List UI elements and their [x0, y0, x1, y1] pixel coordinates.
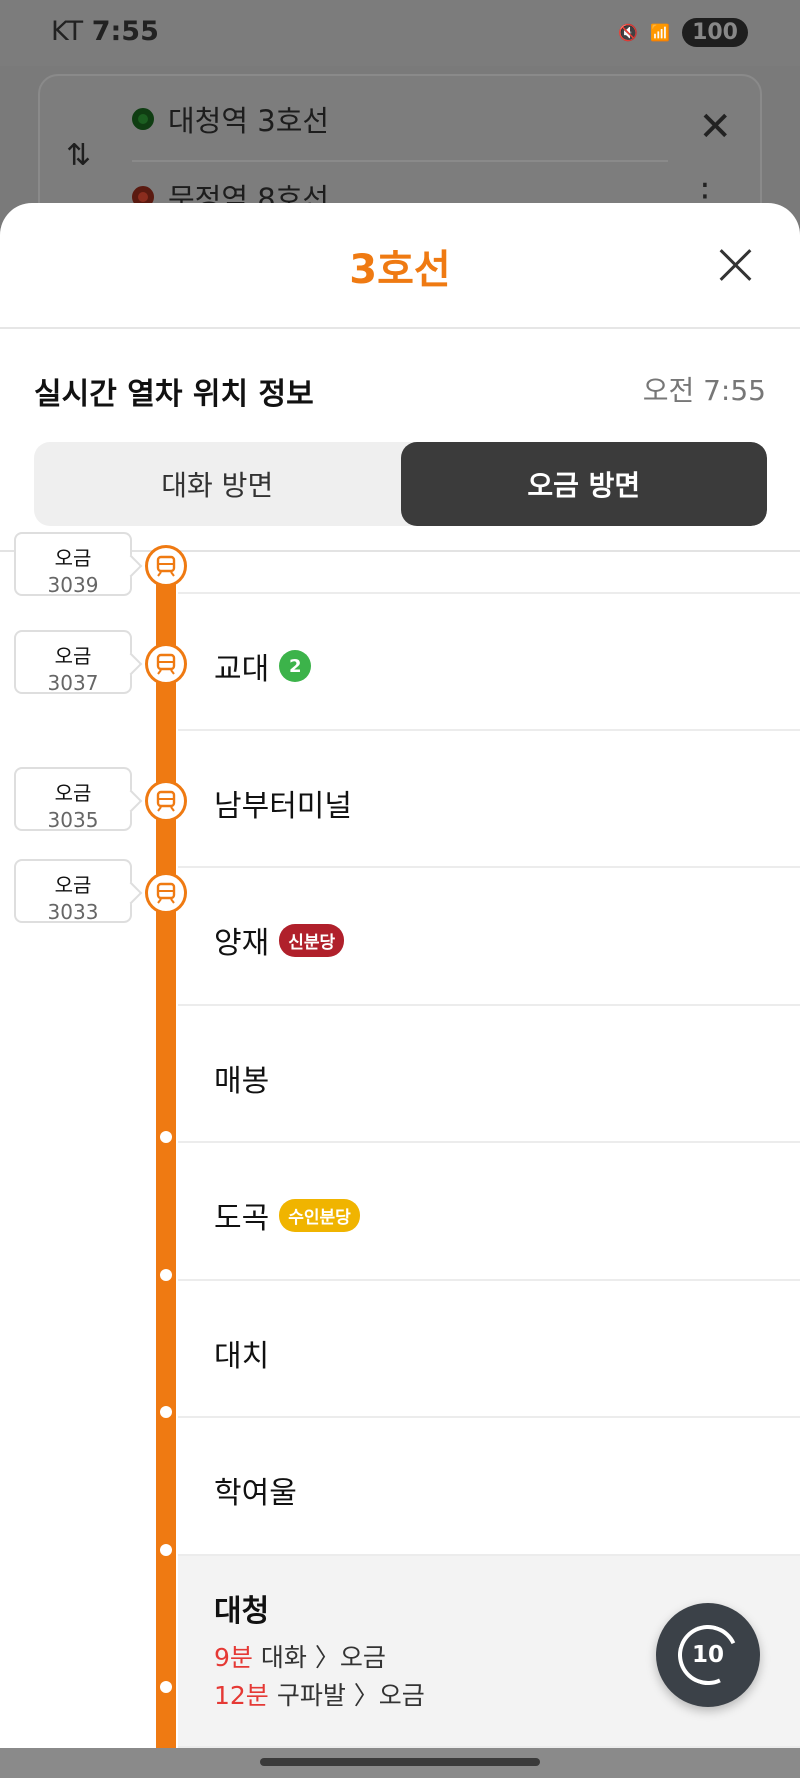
mute-icon: 🔇	[618, 23, 639, 42]
train-direction: 오금	[54, 873, 92, 897]
station-name-wrap: 교대 2	[214, 644, 312, 688]
refresh-button[interactable]: 10	[656, 1603, 760, 1707]
tab-ogeum-direction[interactable]: 오금 방면	[400, 442, 767, 526]
train-icon	[156, 790, 176, 812]
origin-dot-icon	[132, 108, 154, 130]
tab-daehwa-direction[interactable]: 대화 방면	[34, 442, 401, 526]
station-name-wrap: 학여울	[214, 1468, 297, 1512]
swap-icon: ⇅	[66, 138, 92, 173]
station-name-wrap: 양재 신분당	[214, 918, 345, 962]
station-row[interactable]: 양재 신분당	[178, 868, 800, 1006]
train-direction: 오금	[54, 644, 92, 668]
station-name-wrap: 매봉	[214, 1056, 269, 1100]
route-divider	[132, 160, 668, 162]
arrival-route: 대화 〉오금	[260, 1643, 386, 1672]
home-gesture-handle[interactable]	[260, 1758, 540, 1766]
station-dot	[160, 1681, 172, 1693]
arrival-info: 12분 구파발 〉오금	[214, 1676, 425, 1712]
station-row[interactable]: 교대 2	[178, 594, 800, 731]
transfer-badge: 신분당	[279, 923, 345, 957]
arrival-route: 구파발 〉오금	[276, 1681, 425, 1710]
origin-station: 대청역 3호선	[168, 104, 330, 138]
close-button[interactable]	[718, 247, 754, 283]
line-info-sheet: 3호선 실시간 열차 위치 정보 오전 7:55 대화 방면 오금 방면 교대 …	[0, 203, 800, 1748]
update-time: 오전 7:55	[642, 374, 766, 407]
carrier-time: KT 7:55	[51, 16, 159, 47]
train-marker[interactable]	[145, 643, 187, 685]
station-row[interactable]: 학여울	[178, 1418, 800, 1556]
direction-toggle: 대화 방면 오금 방면	[34, 442, 767, 526]
station-row[interactable]: 대치	[178, 1281, 800, 1418]
wifi-icon: 📶	[650, 23, 671, 42]
station-name: 남부터미널	[214, 789, 352, 824]
station-row[interactable]: 남부터미널	[178, 731, 800, 868]
train-tag[interactable]: 오금 3035	[14, 767, 132, 832]
train-number: 3039	[47, 573, 99, 597]
train-direction: 오금	[54, 781, 92, 805]
train-marker[interactable]	[145, 872, 187, 914]
train-number: 3037	[47, 671, 99, 695]
train-icon	[156, 555, 176, 577]
station-name: 매봉	[214, 1064, 270, 1099]
station-name: 대청	[214, 1594, 270, 1629]
line-track	[156, 552, 176, 1748]
station-name-wrap: 남부터미널	[214, 781, 352, 825]
transfer-badge: 2	[279, 650, 312, 682]
transfer-badge: 수인분당	[279, 1198, 360, 1232]
station-name: 양재	[214, 926, 270, 961]
station-name: 대치	[214, 1339, 270, 1374]
realtime-info-row: 실시간 열차 위치 정보 오전 7:55	[0, 329, 800, 412]
battery-indicator: 100	[682, 18, 748, 47]
station-name: 교대	[214, 652, 270, 687]
realtime-title: 실시간 열차 위치 정보	[34, 377, 314, 412]
status-icons: 🔇 📶 100	[618, 18, 748, 47]
train-tag[interactable]: 오금 3039	[14, 532, 132, 597]
station-name: 도곡	[214, 1201, 270, 1236]
origin-row: 대청역 3호선	[132, 98, 329, 140]
navigation-bar	[0, 1748, 800, 1778]
train-marker[interactable]	[145, 780, 187, 822]
arrival-minutes: 12분	[214, 1681, 269, 1710]
train-tag[interactable]: 오금 3033	[14, 859, 132, 924]
train-icon	[156, 882, 176, 904]
arrival-minutes: 9분	[214, 1643, 253, 1672]
train-number: 3033	[47, 900, 99, 924]
station-name-wrap: 대청	[214, 1586, 269, 1630]
sheet-header: 3호선	[0, 203, 800, 329]
station-row-partial	[178, 552, 800, 594]
train-icon	[156, 653, 176, 675]
close-icon: ✕	[698, 104, 732, 150]
station-name-wrap: 대치	[214, 1331, 269, 1375]
background-route-panel: ⇅ 대청역 3호선 문정역 8호선 ✕ ⋮	[0, 66, 800, 254]
train-direction: 오금	[54, 546, 92, 570]
station-name-wrap: 도곡 수인분당	[214, 1193, 360, 1237]
station-row[interactable]: 매봉	[178, 1006, 800, 1143]
train-tag[interactable]: 오금 3037	[14, 630, 132, 695]
sheet-title: 3호선	[349, 247, 451, 293]
station-list: 교대 2 남부터미널 양재 신분당 매봉 도곡 수인분당 대치 학여울 대청 9…	[0, 532, 800, 1748]
arrival-info: 9분 대화 〉오금	[214, 1638, 386, 1674]
station-name: 학여울	[214, 1476, 297, 1511]
station-dot	[160, 1406, 172, 1418]
train-marker[interactable]	[145, 545, 187, 587]
clock: 7:55	[91, 16, 159, 47]
station-dot	[160, 1269, 172, 1281]
refresh-countdown: 10	[691, 1642, 724, 1668]
station-dot	[160, 1544, 172, 1556]
status-bar: KT 7:55 🔇 📶 100	[0, 0, 800, 66]
station-row[interactable]: 도곡 수인분당	[178, 1143, 800, 1281]
carrier: KT	[51, 16, 84, 47]
station-dot	[160, 1131, 172, 1143]
train-number: 3035	[47, 808, 99, 832]
